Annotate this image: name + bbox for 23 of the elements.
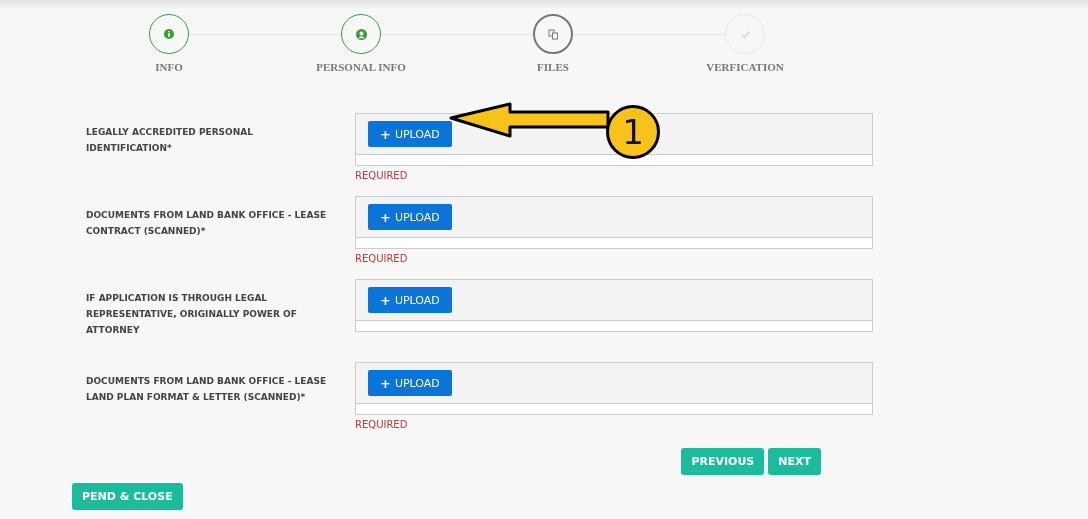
upload-button[interactable]: + UPLOAD [368, 287, 452, 313]
field-label: LEGALLY ACCREDITED PERSONAL IDENTIFICATION* [86, 126, 254, 155]
previous-button[interactable]: PREVIOUS [681, 448, 765, 475]
pend-close-button[interactable]: PEND & CLOSE [72, 483, 183, 510]
step-label: INFO [155, 61, 183, 73]
step-label: VERFICATION [706, 61, 784, 73]
check-icon [739, 28, 751, 40]
upload-button[interactable]: + UPLOAD [368, 370, 452, 396]
error-message: REQUIRED [355, 253, 408, 264]
error-message: REQUIRED [355, 419, 408, 430]
user-icon [355, 28, 367, 40]
copy-icon [547, 28, 559, 40]
info-icon [164, 29, 174, 39]
callout-number: 1 [606, 105, 660, 159]
field-label: IF APPLICATION IS THROUGH LEGAL REPRESENTATIVE, ORIGINALLY POWER OF ATTORNEY [86, 292, 298, 337]
error-message: REQUIRED [355, 170, 408, 181]
field-label: DOCUMENTS FROM LAND BANK OFFICE - LEASE CONTRACT (SCANNED)* [86, 209, 328, 238]
step-label: PERSONAL INFO [316, 61, 406, 73]
upload-button[interactable]: + UPLOAD [368, 204, 452, 230]
step-label: FILES [537, 61, 569, 73]
next-button[interactable]: NEXT [768, 448, 821, 475]
upload-button[interactable]: + UPLOAD [368, 121, 452, 147]
field-label: DOCUMENTS FROM LAND BANK OFFICE - LEASE LAND PLAN FORMAT & LETTER (SCANNED)* [86, 375, 328, 404]
